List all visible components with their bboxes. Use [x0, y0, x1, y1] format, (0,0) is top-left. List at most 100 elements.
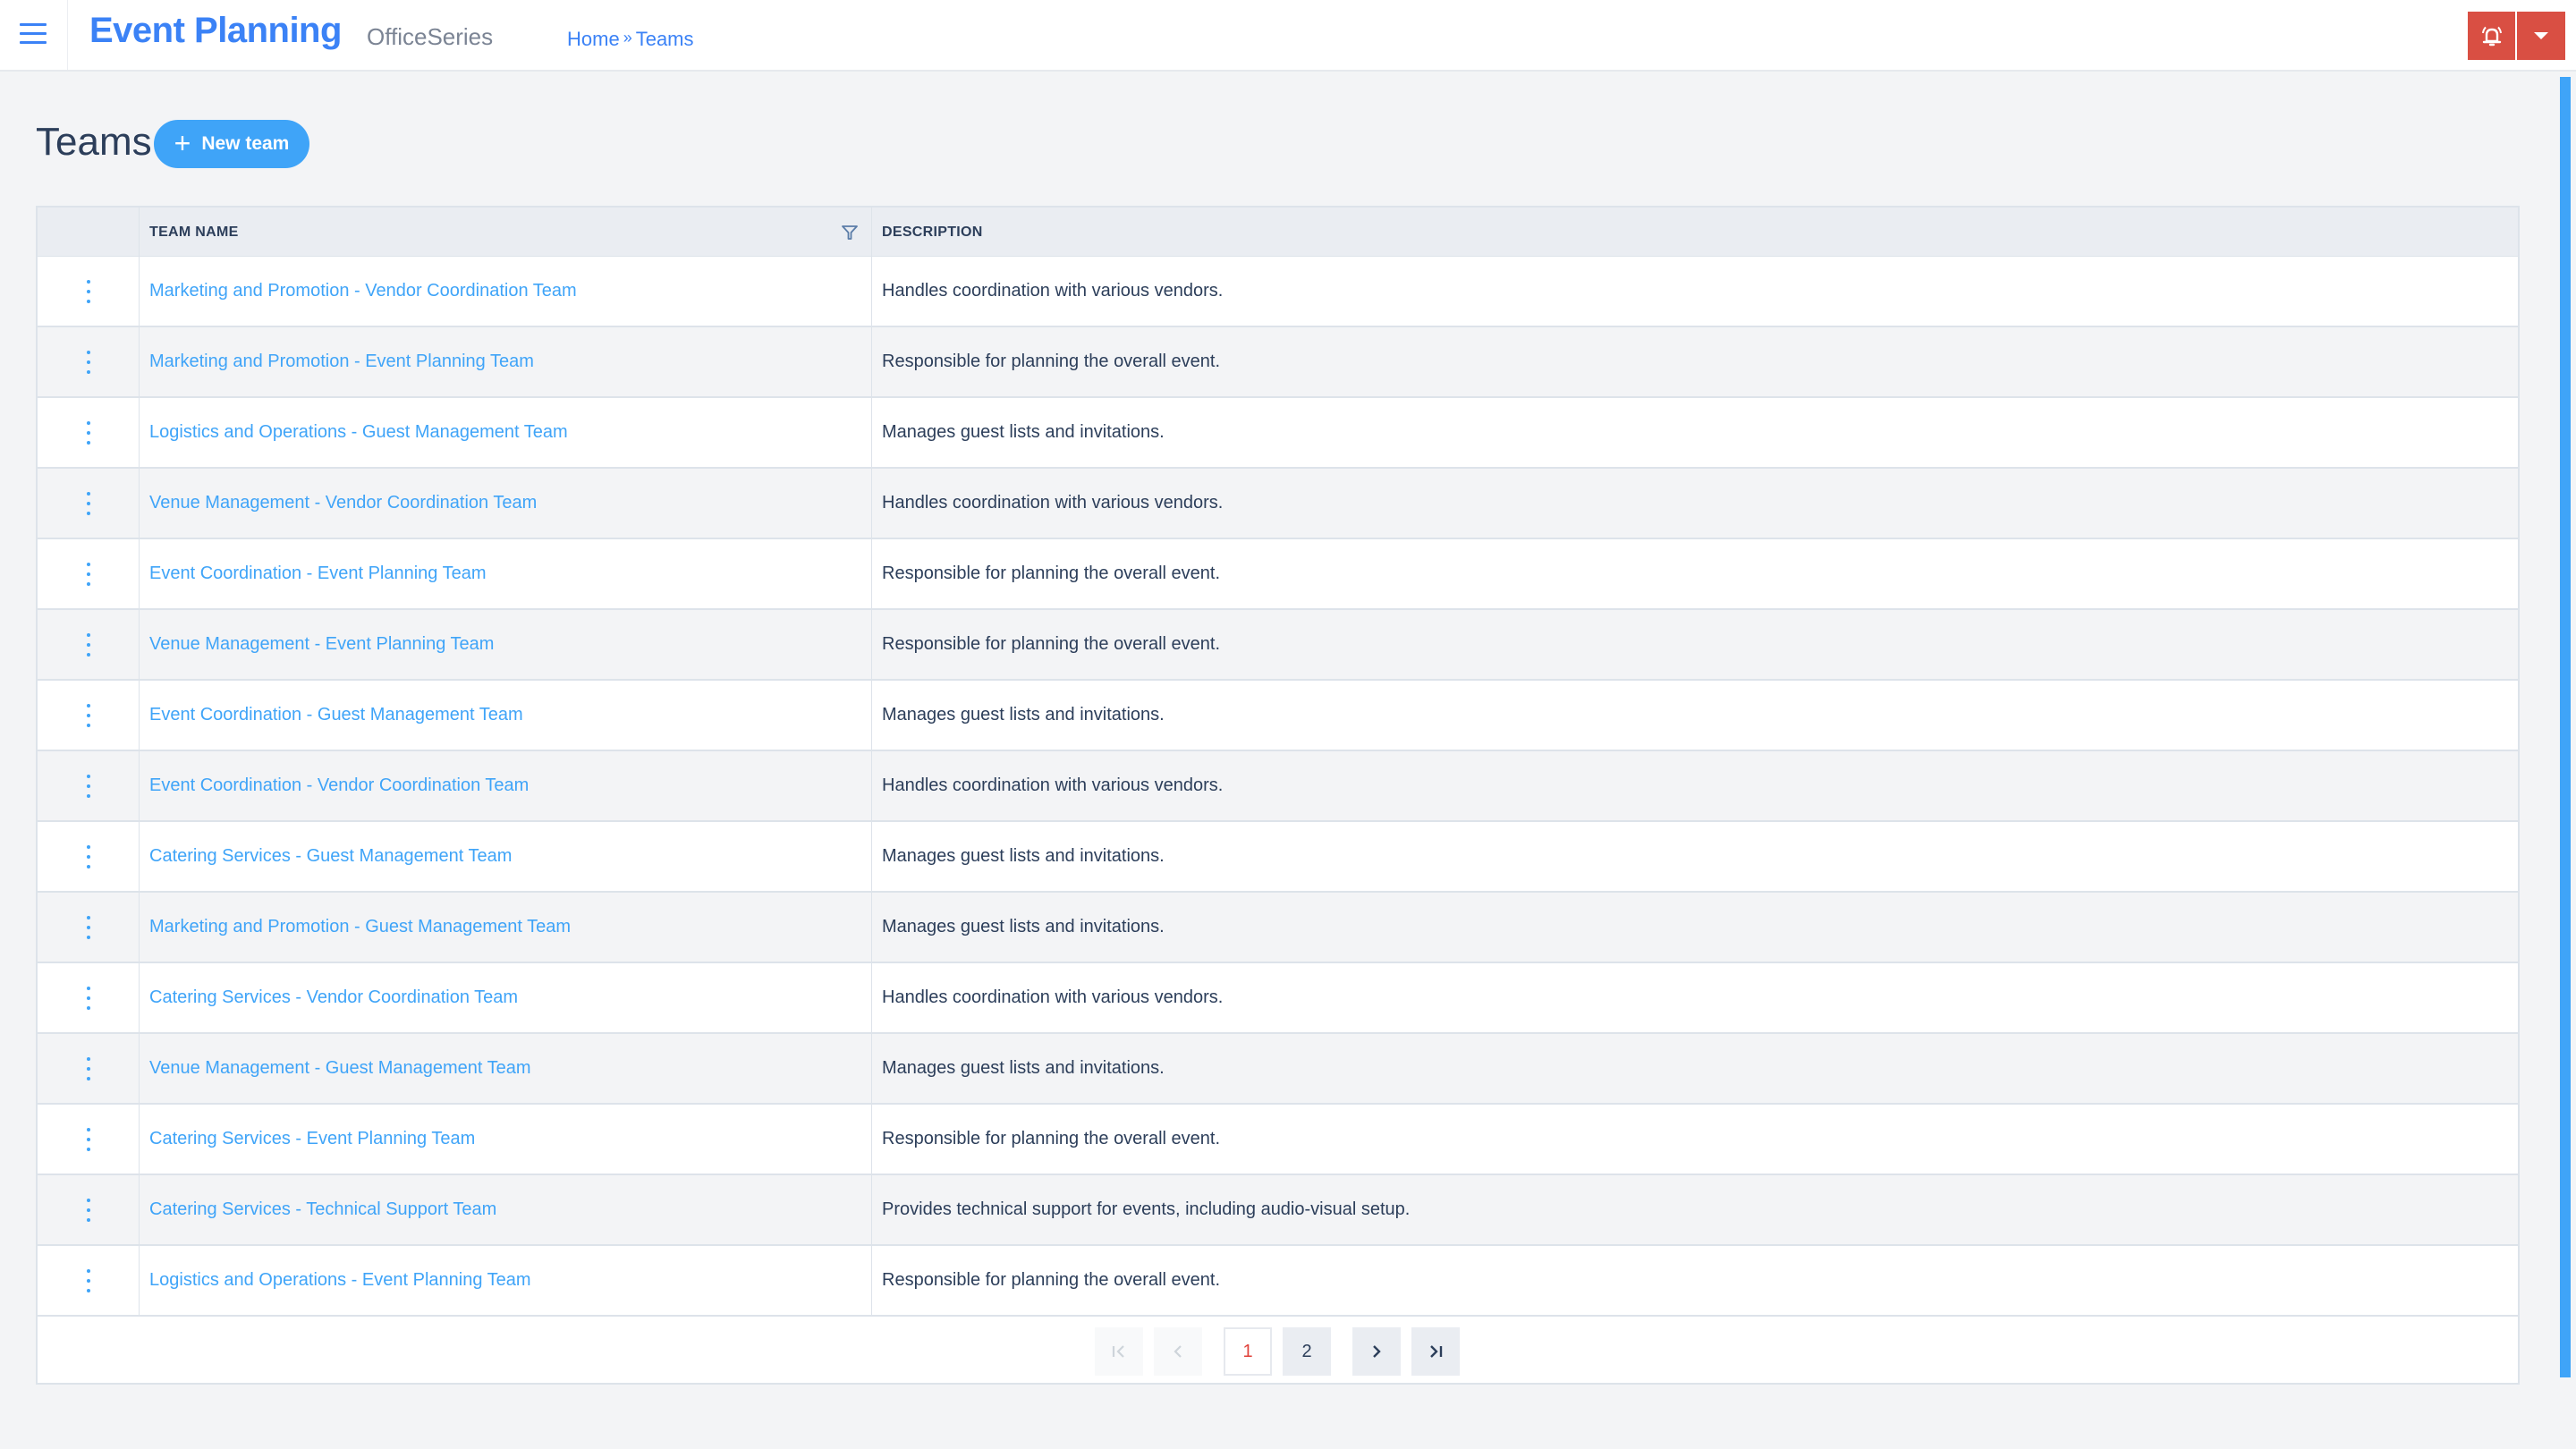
column-divider: [871, 1175, 872, 1246]
next-page-button[interactable]: [1352, 1327, 1401, 1376]
kebab-menu-icon[interactable]: [78, 1055, 99, 1082]
team-description: Handles coordination with various vendor…: [882, 775, 1224, 795]
team-description: Responsible for planning the overall eve…: [882, 634, 1221, 654]
column-divider: [871, 257, 872, 327]
kebab-menu-icon[interactable]: [78, 773, 99, 800]
pagination: 1 2: [38, 1326, 2518, 1379]
last-page-icon: [1430, 1345, 1443, 1358]
chevron-right-icon: [1373, 1345, 1381, 1358]
team-name-link[interactable]: Catering Services - Event Planning Team: [149, 1105, 475, 1174]
vertical-scrollbar[interactable]: [2560, 77, 2571, 1377]
table-row: Event Coordination - Guest Management Te…: [38, 681, 2518, 751]
kebab-menu-icon[interactable]: [78, 914, 99, 941]
team-name-link[interactable]: Venue Management - Vendor Coordination T…: [149, 469, 537, 538]
team-name-link[interactable]: Venue Management - Guest Management Team: [149, 1034, 531, 1103]
team-name-link[interactable]: Event Coordination - Event Planning Team: [149, 539, 487, 608]
kebab-menu-icon[interactable]: [78, 843, 99, 870]
team-description: Manages guest lists and invitations.: [882, 422, 1165, 442]
column-divider: [139, 751, 140, 822]
team-description: Provides technical support for events, i…: [882, 1199, 1411, 1219]
team-name-link[interactable]: Event Coordination - Vendor Coordination…: [149, 751, 529, 820]
column-divider: [871, 208, 872, 257]
kebab-menu-icon[interactable]: [78, 1126, 99, 1153]
column-divider: [139, 257, 140, 327]
bell-icon: [2481, 26, 2502, 47]
first-page-button[interactable]: [1095, 1327, 1143, 1376]
column-divider: [871, 681, 872, 751]
team-name-link[interactable]: Marketing and Promotion - Event Planning…: [149, 327, 534, 396]
team-name-link[interactable]: Catering Services - Vendor Coordination …: [149, 963, 518, 1032]
column-divider: [871, 398, 872, 469]
column-divider: [139, 539, 140, 610]
page-2-button[interactable]: 2: [1283, 1327, 1331, 1376]
kebab-menu-icon[interactable]: [78, 702, 99, 729]
table-row: Venue Management - Event Planning Team Re…: [38, 610, 2518, 681]
caret-down-icon: [2534, 32, 2548, 39]
column-header-actions: [38, 208, 139, 257]
table-row: Venue Management - Guest Management Team…: [38, 1034, 2518, 1105]
column-divider: [139, 1105, 140, 1175]
breadcrumb-home[interactable]: Home: [567, 28, 620, 50]
table-row: Catering Services - Event Planning Team R…: [38, 1105, 2518, 1175]
column-divider: [139, 681, 140, 751]
breadcrumb-separator: »: [623, 29, 632, 47]
column-divider: [871, 751, 872, 822]
kebab-menu-icon[interactable]: [78, 985, 99, 1012]
column-divider: [139, 1246, 140, 1317]
breadcrumb: Home» Teams: [567, 28, 694, 51]
table-row: Event Coordination - Event Planning Team…: [38, 539, 2518, 610]
kebab-menu-icon[interactable]: [78, 1197, 99, 1224]
app-title: Event Planning: [89, 11, 342, 50]
team-name-link[interactable]: Catering Services - Technical Support Te…: [149, 1175, 496, 1244]
kebab-menu-icon[interactable]: [78, 1267, 99, 1294]
column-divider: [871, 539, 872, 610]
table-row: Catering Services - Vendor Coordination …: [38, 963, 2518, 1034]
column-divider: [139, 1175, 140, 1246]
notifications-button[interactable]: [2468, 12, 2515, 60]
column-divider: [871, 1034, 872, 1105]
team-description: Manages guest lists and invitations.: [882, 917, 1165, 936]
chevron-left-icon: [1174, 1345, 1182, 1358]
team-description: Manages guest lists and invitations.: [882, 846, 1165, 866]
team-name-link[interactable]: Logistics and Operations - Guest Managem…: [149, 398, 568, 467]
user-menu-dropdown-button[interactable]: [2517, 12, 2565, 60]
new-team-button-label: New team: [201, 133, 290, 154]
column-divider: [139, 822, 140, 893]
column-divider: [871, 469, 872, 539]
table-row: Event Coordination - Vendor Coordination…: [38, 751, 2518, 822]
column-divider: [871, 1105, 872, 1175]
hamburger-icon[interactable]: [20, 23, 47, 47]
kebab-menu-icon[interactable]: [78, 349, 99, 376]
column-header-team-name[interactable]: TEAM NAME: [149, 208, 239, 257]
team-name-link[interactable]: Logistics and Operations - Event Plannin…: [149, 1246, 531, 1315]
kebab-menu-icon[interactable]: [78, 631, 99, 658]
table-header: TEAM NAME DESCRIPTION: [38, 208, 2518, 257]
top-bar: Event Planning OfficeSeries Home» Teams: [0, 0, 2576, 72]
table-row: Catering Services - Technical Support Te…: [38, 1175, 2518, 1246]
table-row: Catering Services - Guest Management Tea…: [38, 822, 2518, 893]
team-description: Manages guest lists and invitations.: [882, 705, 1165, 724]
new-team-button[interactable]: + New team: [154, 120, 309, 168]
page-1-button[interactable]: 1: [1224, 1327, 1272, 1376]
filter-icon[interactable]: [841, 224, 859, 246]
kebab-menu-icon[interactable]: [78, 490, 99, 517]
team-name-link[interactable]: Event Coordination - Guest Management Te…: [149, 681, 523, 750]
team-name-link[interactable]: Catering Services - Guest Management Tea…: [149, 822, 512, 891]
previous-page-button[interactable]: [1154, 1327, 1202, 1376]
team-description: Responsible for planning the overall eve…: [882, 352, 1221, 371]
table-row: Marketing and Promotion - Event Planning…: [38, 327, 2518, 398]
team-name-link[interactable]: Marketing and Promotion - Guest Manageme…: [149, 893, 571, 962]
last-page-button[interactable]: [1411, 1327, 1460, 1376]
suite-name: OfficeSeries: [367, 23, 494, 50]
column-divider: [139, 893, 140, 963]
column-header-description[interactable]: DESCRIPTION: [882, 208, 983, 257]
team-description: Responsible for planning the overall eve…: [882, 564, 1221, 583]
team-name-link[interactable]: Venue Management - Event Planning Team: [149, 610, 494, 679]
column-divider: [871, 893, 872, 963]
team-name-link[interactable]: Marketing and Promotion - Vendor Coordin…: [149, 257, 577, 326]
kebab-menu-icon[interactable]: [78, 561, 99, 588]
breadcrumb-teams[interactable]: Teams: [636, 28, 694, 50]
kebab-menu-icon[interactable]: [78, 419, 99, 446]
table-row: Logistics and Operations - Event Plannin…: [38, 1246, 2518, 1317]
kebab-menu-icon[interactable]: [78, 278, 99, 305]
